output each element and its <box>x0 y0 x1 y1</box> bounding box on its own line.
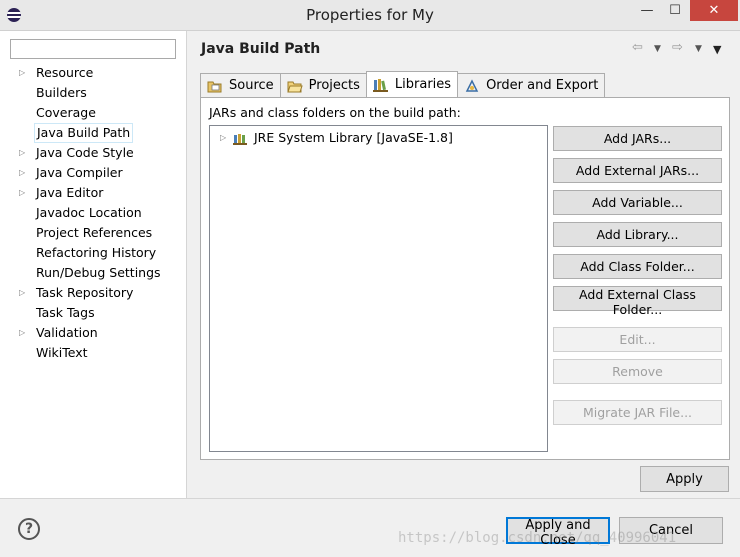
library-entry[interactable]: ▷ JRE System Library [JavaSE-1.8] <box>210 129 453 147</box>
add-jars-button[interactable]: Add JARs... <box>553 126 722 151</box>
tree-item[interactable]: Coverage <box>0 103 187 123</box>
tab-order-and-export[interactable]: Order and Export <box>457 73 606 97</box>
maximize-button[interactable]: ☐ <box>662 0 688 21</box>
expand-arrow-icon[interactable]: ▷ <box>19 323 25 343</box>
page-title: Java Build Path <box>201 41 321 57</box>
tab-label: Order and Export <box>486 78 599 93</box>
libraries-caption: JARs and class folders on the build path… <box>209 105 461 120</box>
add-class-folder-button[interactable]: Add Class Folder... <box>553 254 722 279</box>
tab-label: Source <box>229 78 274 93</box>
edit-button[interactable]: Edit... <box>553 327 722 352</box>
property-pages-pane: ▷ Resource Builders Coverage Java Build Path… <box>0 31 187 498</box>
libraries-tree[interactable]: ▷ JRE System Library [JavaSE-1.8] <box>209 125 548 452</box>
projects-folder-icon <box>286 79 303 93</box>
tree-item[interactable]: Project References <box>0 223 187 243</box>
migrate-jar-file-button[interactable]: Migrate JAR File... <box>553 400 722 425</box>
remove-button[interactable]: Remove <box>553 359 722 384</box>
tree-item[interactable]: ▷ Java Compiler <box>0 163 187 183</box>
library-label: JRE System Library [JavaSE-1.8] <box>254 130 453 145</box>
tree-item-label: Java Editor <box>36 185 104 200</box>
apply-and-close-button[interactable]: Apply and Close <box>506 517 610 548</box>
tree-item[interactable]: ▷ Java Code Style <box>0 143 187 163</box>
expand-arrow-icon[interactable]: ▷ <box>19 63 25 83</box>
tree-item[interactable]: ▷ Resource <box>0 63 187 83</box>
tree-item[interactable]: Task Tags <box>0 303 187 323</box>
tree-item-label: Resource <box>36 65 94 80</box>
source-folder-icon <box>207 79 223 93</box>
tree-item[interactable]: Javadoc Location <box>0 203 187 223</box>
tab-label: Libraries <box>394 77 452 92</box>
filter-input[interactable] <box>10 39 176 59</box>
tree-item[interactable]: ▷ Task Repository <box>0 283 187 303</box>
page-header: Java Build Path ⇦ ▼ ⇨ ▼ ▼ <box>188 31 740 65</box>
expand-arrow-icon[interactable]: ▷ <box>19 183 25 203</box>
window-title: Properties for My <box>306 6 434 24</box>
tree-item-label: WikiText <box>36 345 88 360</box>
add-external-class-folder-button[interactable]: Add External Class Folder... <box>553 286 722 317</box>
minimize-button[interactable]: — <box>634 0 660 21</box>
tab-bar: Source Projects Libraries Order and Expo… <box>200 71 606 97</box>
tree-item-label: Task Repository <box>36 285 134 300</box>
add-variable-button[interactable]: Add Variable... <box>553 190 722 215</box>
tab-source[interactable]: Source <box>200 73 281 97</box>
expand-arrow-icon[interactable]: ▷ <box>19 283 25 303</box>
expand-arrow-icon[interactable]: ▷ <box>19 163 25 183</box>
add-library-button[interactable]: Add Library... <box>553 222 722 247</box>
tree-item[interactable]: ▷ Java Editor <box>0 183 187 203</box>
tree-item[interactable]: Builders <box>0 83 187 103</box>
tree-item-label: Validation <box>36 325 98 340</box>
jre-library-icon <box>233 132 249 145</box>
tree-item[interactable]: WikiText <box>0 343 187 363</box>
tree-item-label: Java Build Path <box>34 123 134 143</box>
dialog-footer: ? Apply and Close Cancel https://blog.cs… <box>0 498 740 557</box>
libraries-panel: JARs and class folders on the build path… <box>200 97 730 460</box>
tree-item-label: Project References <box>36 225 153 240</box>
tree-item-label: Coverage <box>36 105 96 120</box>
expand-arrow-icon[interactable]: ▷ <box>19 143 25 163</box>
apply-button[interactable]: Apply <box>640 466 729 492</box>
libraries-icon <box>372 78 389 92</box>
tab-projects[interactable]: Projects <box>279 73 367 97</box>
tree-item[interactable]: Java Build Path <box>0 123 187 143</box>
tree-item[interactable]: Run/Debug Settings <box>0 263 187 283</box>
forward-arrow-icon[interactable]: ⇨ <box>672 40 683 55</box>
property-tree: ▷ Resource Builders Coverage Java Build Path… <box>0 63 187 363</box>
tree-item[interactable]: Refactoring History <box>0 243 187 263</box>
order-export-icon <box>464 78 480 93</box>
cancel-button[interactable]: Cancel <box>619 517 723 544</box>
back-dropdown-icon[interactable]: ▼ <box>654 44 661 54</box>
close-button[interactable]: ✕ <box>690 0 738 21</box>
tree-item-label: Refactoring History <box>36 245 157 260</box>
title-bar: Properties for My — ☐ ✕ <box>0 0 740 31</box>
tab-label: Projects <box>308 78 360 93</box>
add-external-jars-button[interactable]: Add External JARs... <box>553 158 722 183</box>
view-menu-icon[interactable]: ▼ <box>713 43 721 56</box>
tree-item[interactable]: ▷ Validation <box>0 323 187 343</box>
tab-libraries[interactable]: Libraries <box>365 71 459 97</box>
back-arrow-icon[interactable]: ⇦ <box>632 40 643 55</box>
tree-item-label: Java Compiler <box>36 165 123 180</box>
tree-item-label: Task Tags <box>36 305 95 320</box>
forward-dropdown-icon[interactable]: ▼ <box>695 44 702 54</box>
tree-item-label: Run/Debug Settings <box>36 265 161 280</box>
tree-item-label: Javadoc Location <box>36 205 142 220</box>
tree-item-label: Java Code Style <box>36 145 134 160</box>
tree-item-label: Builders <box>36 85 87 100</box>
help-icon[interactable]: ? <box>18 518 40 540</box>
expand-arrow-icon[interactable]: ▷ <box>220 129 226 147</box>
